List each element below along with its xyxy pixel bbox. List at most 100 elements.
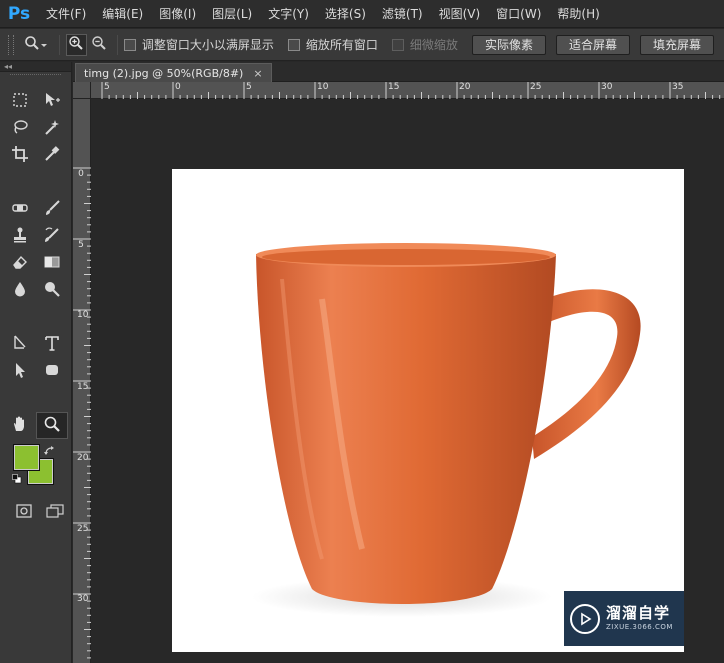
app-logo: Ps: [7, 3, 31, 24]
divider: [116, 34, 118, 55]
move-tool[interactable]: [36, 88, 68, 115]
zoom-in-icon: [68, 35, 84, 54]
ruler-label: 5: [246, 82, 252, 92]
tools-panel: ◂◂: [0, 62, 72, 663]
zoom-tool[interactable]: [36, 412, 68, 439]
orange-mug-photo: [252, 243, 641, 617]
fill-screen-button[interactable]: 填充屏幕: [639, 34, 714, 55]
crop-icon: [11, 145, 29, 166]
eyedropper-icon: [43, 145, 61, 166]
tool-separator: [4, 169, 68, 177]
menu-image[interactable]: 图像(I): [151, 0, 204, 28]
hand-icon: [11, 415, 29, 436]
dodge-icon: [43, 280, 61, 301]
zoom-in-button[interactable]: [66, 33, 87, 56]
magic-wand-icon: [43, 118, 61, 139]
options-bar: 调整窗口大小以满屏显示 缩放所有窗口 细微缩放 实际像素 适合屏幕 填充屏幕: [0, 29, 724, 61]
lasso-tool[interactable]: [4, 115, 36, 142]
menu-filter[interactable]: 滤镜(T): [374, 0, 431, 28]
fit-screen-button[interactable]: 适合屏幕: [555, 34, 630, 55]
dodge-tool[interactable]: [36, 277, 68, 304]
pen-icon: [11, 334, 29, 355]
color-swatches: [6, 444, 71, 495]
zoom-out-button[interactable]: [89, 34, 109, 56]
play-logo-icon: [570, 603, 600, 634]
ruler-label: 15: [77, 382, 89, 392]
blur-tool[interactable]: [4, 277, 36, 304]
ruler-label: 0: [78, 169, 84, 179]
tools-grid: [0, 88, 71, 439]
watermark-url: ZIXUE.3066.COM: [606, 623, 673, 631]
document-image[interactable]: [172, 169, 684, 652]
shape-tool[interactable]: [36, 358, 68, 385]
crop-tool[interactable]: [4, 142, 36, 169]
options-bar-grip[interactable]: [8, 34, 14, 55]
menu-select[interactable]: 选择(S): [317, 0, 374, 28]
menu-bar: Ps 文件(F) 编辑(E) 图像(I) 图层(L) 文字(Y) 选择(S) 滤…: [0, 0, 724, 28]
type-tool[interactable]: [36, 331, 68, 358]
default-colors-icon[interactable]: [12, 473, 22, 487]
menu-view[interactable]: 视图(V): [431, 0, 489, 28]
checkbox-box[interactable]: [123, 38, 136, 51]
swap-colors-icon[interactable]: [44, 445, 56, 460]
scrubby-zoom-checkbox: 细微缩放: [391, 36, 458, 53]
ruler-label: 15: [388, 82, 400, 92]
ruler-label: 20: [77, 453, 89, 463]
menu-edit[interactable]: 编辑(E): [94, 0, 151, 28]
menu-layer[interactable]: 图层(L): [204, 0, 260, 28]
horizontal-ruler[interactable]: 5 0 5 10 15 20 25 30 35: [91, 82, 724, 99]
tools-panel-grip[interactable]: [10, 74, 61, 86]
eraser-tool[interactable]: [4, 250, 36, 277]
foreground-color-swatch[interactable]: [13, 444, 40, 471]
ruler-label: 30: [77, 594, 89, 604]
eyedropper-tool[interactable]: [36, 142, 68, 169]
menu-type[interactable]: 文字(Y): [260, 0, 317, 28]
magnifier-icon: [43, 415, 61, 436]
move-icon: [43, 91, 61, 112]
menu-file[interactable]: 文件(F): [38, 0, 94, 28]
checkbox-box: [391, 38, 404, 51]
actual-pixels-button[interactable]: 实际像素: [471, 34, 546, 55]
gradient-icon: [43, 253, 61, 274]
pen-tool[interactable]: [4, 331, 36, 358]
main-menu: 文件(F) 编辑(E) 图像(I) 图层(L) 文字(Y) 选择(S) 滤镜(T…: [38, 0, 608, 28]
zoom-all-windows-checkbox[interactable]: 缩放所有窗口: [287, 36, 378, 53]
hand-tool[interactable]: [4, 412, 36, 439]
tools-panel-collapse[interactable]: ◂◂: [0, 62, 71, 72]
quick-mask-button[interactable]: [8, 503, 40, 522]
pointer-icon: [11, 361, 29, 382]
brush-tool[interactable]: [36, 196, 68, 223]
vertical-ruler[interactable]: 0 5 10 15 20 25 30: [73, 99, 91, 663]
healing-brush-tool[interactable]: [4, 196, 36, 223]
document-tab[interactable]: timg (2).jpg @ 50%(RGB/8#) ×: [75, 63, 272, 82]
quick-mask-icon: [15, 503, 33, 522]
stamp-icon: [11, 226, 29, 247]
gradient-tool[interactable]: [36, 250, 68, 277]
marquee-tool[interactable]: [4, 88, 36, 115]
eraser-icon: [11, 253, 29, 274]
path-selection-tool[interactable]: [4, 358, 36, 385]
ruler-origin[interactable]: [73, 82, 91, 99]
zoom-out-icon: [91, 35, 107, 54]
ruler-label: 20: [459, 82, 471, 92]
screen-mode-icon: [45, 503, 65, 522]
tool-preset-picker[interactable]: [24, 35, 53, 54]
menu-window[interactable]: 窗口(W): [488, 0, 549, 28]
screen-mode-button[interactable]: [40, 503, 72, 522]
rounded-rectangle-icon: [43, 361, 61, 382]
history-brush-tool[interactable]: [36, 223, 68, 250]
ruler-label: 25: [530, 82, 542, 92]
clone-stamp-tool[interactable]: [4, 223, 36, 250]
magic-wand-tool[interactable]: [36, 115, 68, 142]
history-brush-icon: [43, 226, 61, 247]
divider: [59, 34, 61, 55]
menu-help[interactable]: 帮助(H): [549, 0, 607, 28]
close-tab-icon[interactable]: ×: [253, 64, 262, 83]
checkbox-box[interactable]: [287, 38, 300, 51]
tool-separator: [4, 304, 68, 312]
zoom-all-windows-label: 缩放所有窗口: [305, 38, 378, 52]
resize-windows-checkbox[interactable]: 调整窗口大小以满屏显示: [123, 36, 274, 53]
watermark: 溜溜自学 ZIXUE.3066.COM: [564, 591, 684, 646]
lasso-icon: [11, 118, 29, 139]
ruler-label: 0: [175, 82, 181, 92]
